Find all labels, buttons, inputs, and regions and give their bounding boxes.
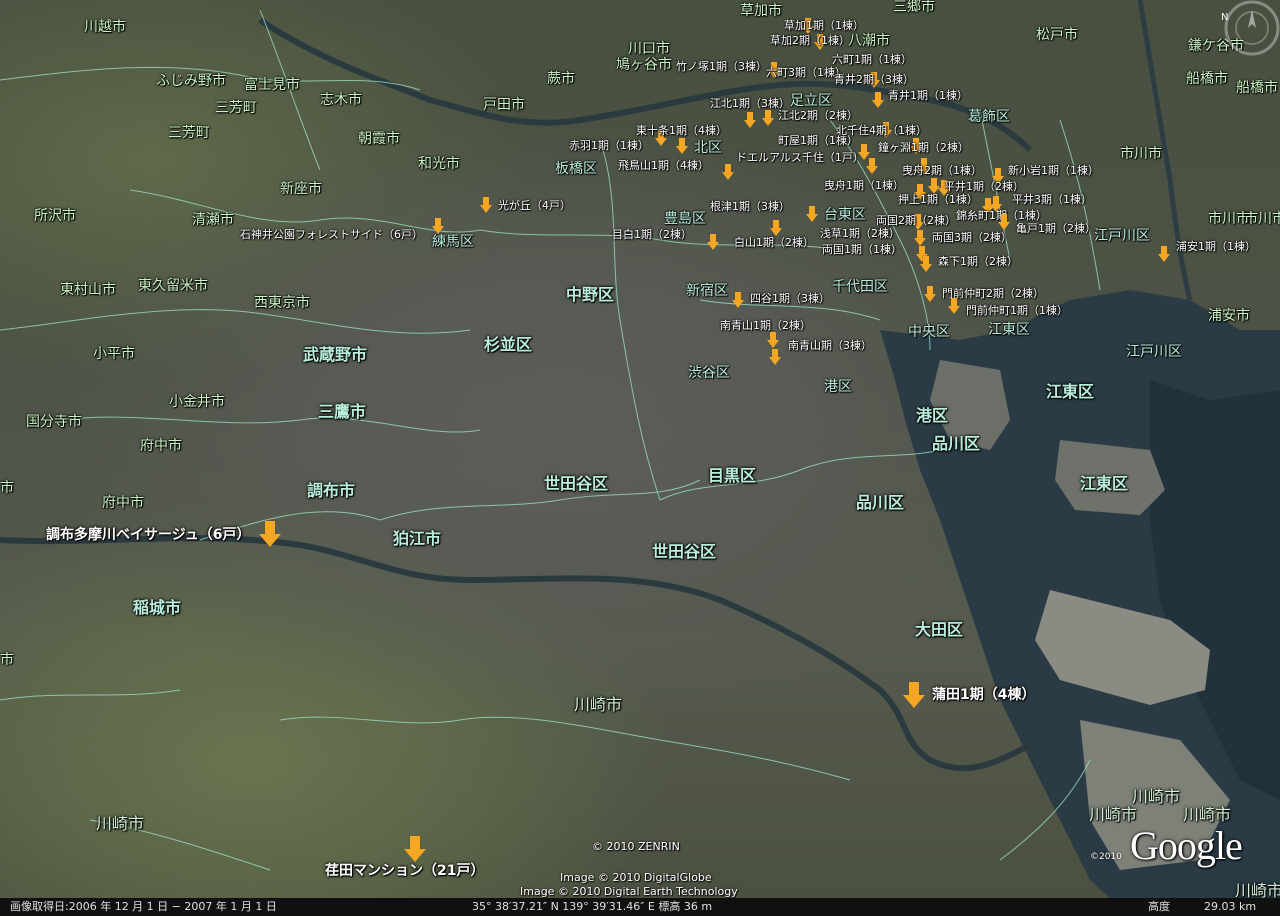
landfill-2 bbox=[1055, 440, 1165, 515]
tamagawa-river bbox=[0, 535, 1042, 772]
placemark-arrow-icon[interactable] bbox=[866, 158, 878, 174]
placemark-arrow-icon[interactable] bbox=[707, 234, 719, 250]
digitalglobe-credit: Image © 2010 DigitalGlobe bbox=[560, 871, 712, 884]
digitalearth-credit: Image © 2010 Digital Earth Technology bbox=[520, 885, 738, 898]
placemark-arrow-icon[interactable] bbox=[732, 292, 744, 308]
placemark-arrow-icon[interactable] bbox=[1158, 246, 1170, 262]
placemark-arrow-icon[interactable] bbox=[872, 92, 884, 108]
arakawa-river bbox=[258, 17, 1033, 153]
placemark-arrow-icon[interactable] bbox=[992, 168, 1004, 184]
placemark-arrow-icon[interactable] bbox=[914, 184, 926, 200]
placemark-arrow-icon[interactable] bbox=[432, 218, 444, 234]
placemark-arrow-icon[interactable] bbox=[998, 214, 1010, 230]
placemark-arrow-icon[interactable] bbox=[768, 62, 780, 78]
placemark-arrow-icon[interactable] bbox=[912, 214, 924, 230]
placemark-arrow-icon[interactable] bbox=[938, 180, 950, 196]
altitude-label: 高度 bbox=[1148, 900, 1170, 913]
placemark-arrow-icon[interactable] bbox=[924, 286, 936, 302]
placemark-arrow-icon[interactable] bbox=[948, 298, 960, 314]
placemark-arrow-icon[interactable] bbox=[914, 230, 926, 246]
placemark-arrow-icon[interactable] bbox=[404, 836, 426, 862]
placemark-arrow-icon[interactable] bbox=[918, 158, 930, 174]
svg-text:N: N bbox=[1221, 12, 1228, 23]
placemark-arrow-icon[interactable] bbox=[722, 164, 734, 180]
status-bar: 画像取得日:2006 年 12 月 1 日 − 2007 年 1 月 1 日 3… bbox=[0, 898, 1280, 916]
placemark-arrow-icon[interactable] bbox=[480, 197, 492, 213]
placemark-arrow-icon[interactable] bbox=[868, 72, 880, 88]
google-logo: Google bbox=[1130, 823, 1243, 868]
coordinates-readout: 35° 38′37.21″ N 139° 39′31.46″ E 標高 36 m bbox=[472, 900, 713, 913]
placemark-arrow-icon[interactable] bbox=[744, 112, 756, 128]
map-view[interactable]: 川越市 ふじみ野市 富士見市 三芳町 志木市 三芳町 朝霞市 和光市 新座市 所… bbox=[0, 0, 1280, 916]
placemark-arrow-icon[interactable] bbox=[920, 256, 932, 272]
placemark-arrow-icon[interactable] bbox=[767, 332, 779, 348]
imagery-date: 画像取得日:2006 年 12 月 1 日 − 2007 年 1 月 1 日 bbox=[10, 900, 277, 913]
placemark-arrow-icon[interactable] bbox=[762, 110, 774, 126]
terrain-layer bbox=[0, 0, 1280, 916]
placemark-arrow-icon[interactable] bbox=[903, 682, 925, 708]
placemark-arrow-icon[interactable] bbox=[910, 138, 922, 154]
placemark-arrow-icon[interactable] bbox=[814, 34, 826, 50]
placemark-arrow-icon[interactable] bbox=[880, 122, 892, 138]
zenrin-credit: © 2010 ZENRIN bbox=[592, 840, 680, 853]
placemark-arrow-icon[interactable] bbox=[806, 206, 818, 222]
compass-icon[interactable]: N bbox=[1196, 0, 1280, 84]
placemark-arrow-icon[interactable] bbox=[802, 18, 814, 34]
google-copyright: ©2010 bbox=[1090, 852, 1122, 862]
placemark-arrow-icon[interactable] bbox=[982, 198, 994, 214]
altitude-value: 29.03 km bbox=[1204, 900, 1257, 913]
placemark-arrow-icon[interactable] bbox=[655, 130, 667, 146]
placemark-arrow-icon[interactable] bbox=[676, 138, 688, 154]
placemark-arrow-icon[interactable] bbox=[770, 220, 782, 236]
placemark-arrow-icon[interactable] bbox=[259, 521, 281, 547]
placemark-arrow-icon[interactable] bbox=[769, 349, 781, 365]
